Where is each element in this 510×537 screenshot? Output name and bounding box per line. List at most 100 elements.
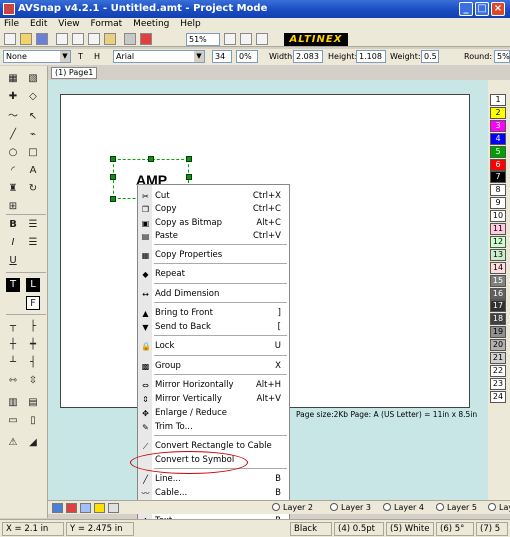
resize-handle[interactable] [110, 156, 116, 162]
fill-bucket-icon[interactable]: ◇ [26, 90, 40, 104]
pointer-icon[interactable]: ↖ [26, 110, 40, 124]
menu-edit[interactable]: Edit [26, 18, 51, 30]
resize-handle[interactable] [186, 156, 192, 162]
resize-handle[interactable] [110, 174, 116, 180]
layer-cell-6[interactable]: 6 [490, 158, 506, 171]
menu-item-paste[interactable]: ▤ Paste Ctrl+V [138, 230, 289, 243]
select-area-icon[interactable]: ▧ [26, 72, 40, 86]
status-color[interactable]: Black [290, 522, 332, 536]
menu-item-repeat[interactable]: ◆ Repeat [138, 268, 289, 281]
font-style-icon[interactable]: F [26, 296, 40, 310]
crosshair-icon[interactable]: ✚ [6, 90, 20, 104]
menu-item-copy-properties[interactable]: ▦ Copy Properties [138, 249, 289, 262]
maximize-button[interactable]: □ [475, 2, 489, 16]
layer-cell-14[interactable]: 14 [490, 261, 506, 274]
bold-icon[interactable]: B [6, 218, 20, 232]
align-bottom-icon[interactable]: ┴ [6, 356, 20, 370]
layer-cell-22[interactable]: 22 [490, 364, 506, 377]
fit-icon[interactable] [256, 33, 268, 45]
cut-icon[interactable] [72, 33, 84, 45]
status-extra[interactable]: (7) 5 [476, 522, 508, 536]
layer-radio-6[interactable]: Layer 6 [488, 503, 510, 512]
layer-btn-icon[interactable] [108, 503, 119, 513]
menu-file[interactable]: File [0, 18, 23, 30]
tab-page1[interactable]: (1) Page1 [51, 67, 98, 79]
space-h-icon[interactable]: ⇿ [6, 374, 20, 388]
menu-item-line[interactable]: ╱ Line... B [138, 473, 289, 486]
align-left-icon[interactable]: ☰ [26, 218, 40, 232]
layer-cell-10[interactable]: 10 [490, 210, 506, 223]
minimize-button[interactable]: _ [459, 2, 473, 16]
print-icon[interactable] [124, 33, 136, 45]
layer-cell-7[interactable]: 7 [490, 171, 506, 184]
layer-cell-21[interactable]: 21 [490, 352, 506, 364]
text-tool-t[interactable]: T [78, 52, 83, 61]
menu-item-group[interactable]: ▩ Group X [138, 360, 289, 373]
layer-radio-2[interactable]: Layer 2 [272, 503, 313, 512]
layer-btn-icon[interactable] [80, 503, 91, 513]
menu-help[interactable]: Help [176, 18, 205, 30]
layer-cell-18[interactable]: 18 [490, 313, 506, 326]
resize-handle[interactable] [110, 196, 116, 202]
stop-icon[interactable] [140, 33, 152, 45]
save-icon[interactable] [36, 33, 48, 45]
layer-cell-20[interactable]: 20 [490, 339, 506, 352]
flag-icon[interactable]: ◢ [26, 436, 40, 450]
align-right-icon[interactable]: ├ [26, 320, 40, 334]
text-black-icon[interactable]: T [6, 278, 20, 292]
layer-radio-5[interactable]: Layer 5 [436, 503, 477, 512]
align-left-edge-icon[interactable]: ┤ [26, 356, 40, 370]
menu-item-bring-to-front[interactable]: ▲ Bring to Front] [138, 307, 289, 320]
layer-cell-3[interactable]: 3 [490, 119, 506, 132]
align-middle-icon[interactable]: ┼ [6, 338, 20, 352]
height-field[interactable]: 1.108 [356, 50, 386, 63]
symbol-tool-icon[interactable]: ♜ [6, 182, 20, 196]
menu-item-cut[interactable]: ✂ Cut Ctrl+X [138, 190, 289, 203]
font-select[interactable]: Arial ▼ [113, 50, 205, 63]
layer-cell-19[interactable]: 19 [490, 326, 506, 339]
rectangle-icon[interactable]: □ [26, 146, 40, 160]
menu-item-mirror-vertically[interactable]: ⇕ Mirror Vertically Alt+V [138, 393, 289, 406]
distribute-v-icon[interactable]: ▤ [26, 396, 40, 410]
menu-meeting[interactable]: Meeting [129, 18, 173, 30]
menu-item-copy-as-bitmap[interactable]: ▣ Copy as Bitmap Alt+C [138, 217, 289, 230]
menu-item-copy[interactable]: ❐ Copy Ctrl+C [138, 203, 289, 216]
layer-btn-icon[interactable] [66, 503, 77, 513]
space-v-icon[interactable]: ⇳ [26, 374, 40, 388]
align-top-icon[interactable]: ┬ [6, 320, 20, 334]
align-hcenter-icon[interactable]: ┿ [26, 338, 40, 352]
distribute-h-icon[interactable]: ▥ [6, 396, 20, 410]
grid-icon[interactable]: ▦ [6, 72, 20, 86]
rotate-icon[interactable]: ↻ [26, 182, 40, 196]
menu-item-lock[interactable]: 🔒 Lock U [138, 340, 289, 353]
align-center-icon[interactable]: ☰ [26, 236, 40, 250]
same-height-icon[interactable]: ▯ [26, 414, 40, 428]
freehand-icon[interactable]: 〜 [6, 110, 20, 124]
weight-field[interactable]: 0.5 [421, 50, 439, 63]
status-thickness[interactable]: (4) 0.5pt [334, 522, 384, 536]
layer-cell-15[interactable]: 15 [490, 274, 506, 287]
layer-cell-1[interactable]: 1 [490, 94, 506, 106]
layer-cell-24[interactable]: 24 [490, 390, 506, 403]
underline-icon[interactable]: U [6, 254, 20, 268]
page-icon[interactable] [224, 33, 236, 45]
layer-cell-9[interactable]: 9 [490, 197, 506, 210]
page-width-icon[interactable] [240, 33, 252, 45]
layer-cell-8[interactable]: 8 [490, 184, 506, 197]
layer-cell-17[interactable]: 17 [490, 300, 506, 313]
menu-view[interactable]: View [54, 18, 83, 30]
new-icon[interactable] [4, 33, 16, 45]
menu-item-mirror-horizontally[interactable]: ⇔ Mirror Horizontally Alt+H [138, 379, 289, 392]
print-preview-icon[interactable] [56, 33, 68, 45]
zoom-field[interactable]: 51% [186, 33, 220, 46]
text-tool-icon[interactable]: A [26, 164, 40, 178]
layer-cell-23[interactable]: 23 [490, 377, 506, 390]
layer-cell-12[interactable]: 12 [490, 235, 506, 248]
layer-cell-2[interactable]: 2 [490, 106, 506, 119]
layer-btn-icon[interactable] [52, 503, 63, 513]
open-icon[interactable] [20, 33, 32, 45]
menu-item-send-to-back[interactable]: ▼ Send to Back [ [138, 321, 289, 334]
resize-handle[interactable] [148, 156, 154, 162]
paste-icon[interactable] [104, 33, 116, 45]
line-tool-icon[interactable]: ╱ [6, 128, 20, 142]
